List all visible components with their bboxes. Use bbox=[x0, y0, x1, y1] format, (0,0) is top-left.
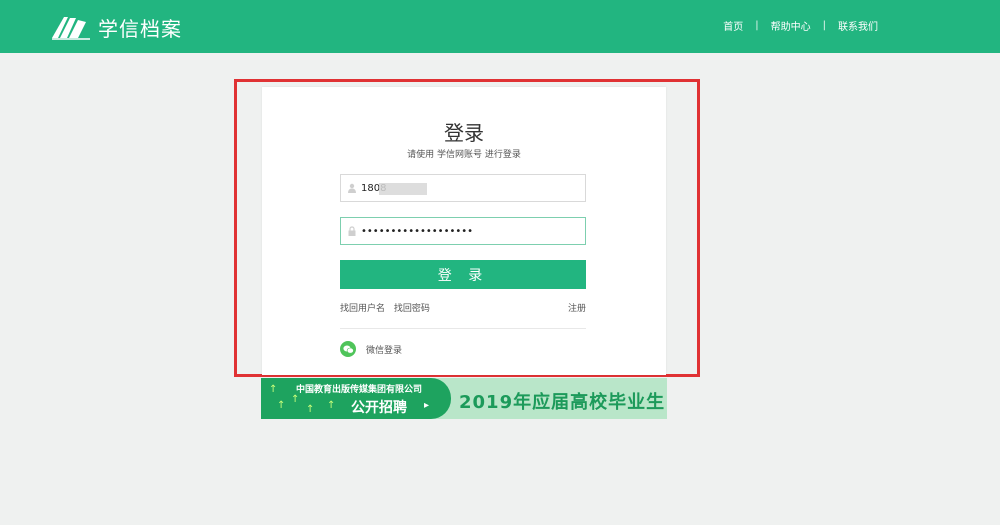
top-bar: 学信档案 首页 | 帮助中心 | 联系我们 bbox=[0, 0, 1000, 53]
divider bbox=[340, 328, 586, 329]
register-link[interactable]: 注册 bbox=[568, 301, 586, 314]
find-username-link[interactable]: 找回用户名 bbox=[340, 304, 385, 314]
find-password-link[interactable]: 找回密码 bbox=[394, 304, 430, 314]
arrow-up-icon: ↑ bbox=[277, 400, 286, 411]
arrow-up-icon: ↑ bbox=[327, 400, 336, 411]
lock-icon bbox=[348, 226, 356, 236]
arrow-up-icon: ↑ bbox=[269, 384, 278, 395]
account-links: 找回用户名 找回密码 注册 bbox=[340, 301, 586, 314]
nav-separator: | bbox=[755, 20, 759, 31]
recruitment-banner[interactable]: ↑ ↑ ↑ ↑ ↑ 中国教育出版传媒集团有限公司 公开招聘 ▸ 2019年应届高… bbox=[261, 378, 667, 419]
banner-recruit: 公开招聘 bbox=[351, 400, 407, 416]
wechat-login[interactable]: 微信登录 bbox=[340, 341, 402, 357]
login-title: 登录 bbox=[444, 121, 484, 145]
username-field[interactable] bbox=[340, 174, 586, 202]
nav-separator: | bbox=[822, 20, 826, 31]
play-icon: ▸ bbox=[424, 400, 430, 411]
banner-company: 中国教育出版传媒集团有限公司 bbox=[296, 385, 423, 395]
wechat-icon bbox=[340, 341, 356, 357]
nav-contact-us[interactable]: 联系我们 bbox=[838, 18, 878, 33]
top-nav: 首页 | 帮助中心 | 联系我们 bbox=[723, 18, 878, 33]
password-input[interactable] bbox=[361, 223, 561, 239]
banner-graduates: 2019年应届高校毕业生 bbox=[459, 392, 666, 413]
nav-help-center[interactable]: 帮助中心 bbox=[771, 18, 811, 33]
logo-icon bbox=[52, 17, 90, 40]
masked-username-area bbox=[379, 183, 427, 195]
login-button[interactable]: 登 录 bbox=[340, 260, 586, 289]
arrow-up-icon: ↑ bbox=[291, 394, 300, 405]
wechat-login-label: 微信登录 bbox=[366, 345, 403, 356]
user-icon bbox=[348, 183, 356, 193]
login-card: 登录 请使用 学信网账号 进行登录 登 录 找回用户名 找回密码 注册 bbox=[262, 87, 666, 375]
logo[interactable]: 学信档案 bbox=[50, 12, 182, 42]
nav-home[interactable]: 首页 bbox=[723, 18, 743, 33]
login-subtitle: 请使用 学信网账号 进行登录 bbox=[407, 150, 521, 160]
arrow-up-icon: ↑ bbox=[306, 404, 315, 415]
logo-text: 学信档案 bbox=[98, 16, 182, 41]
password-field[interactable] bbox=[340, 217, 586, 245]
